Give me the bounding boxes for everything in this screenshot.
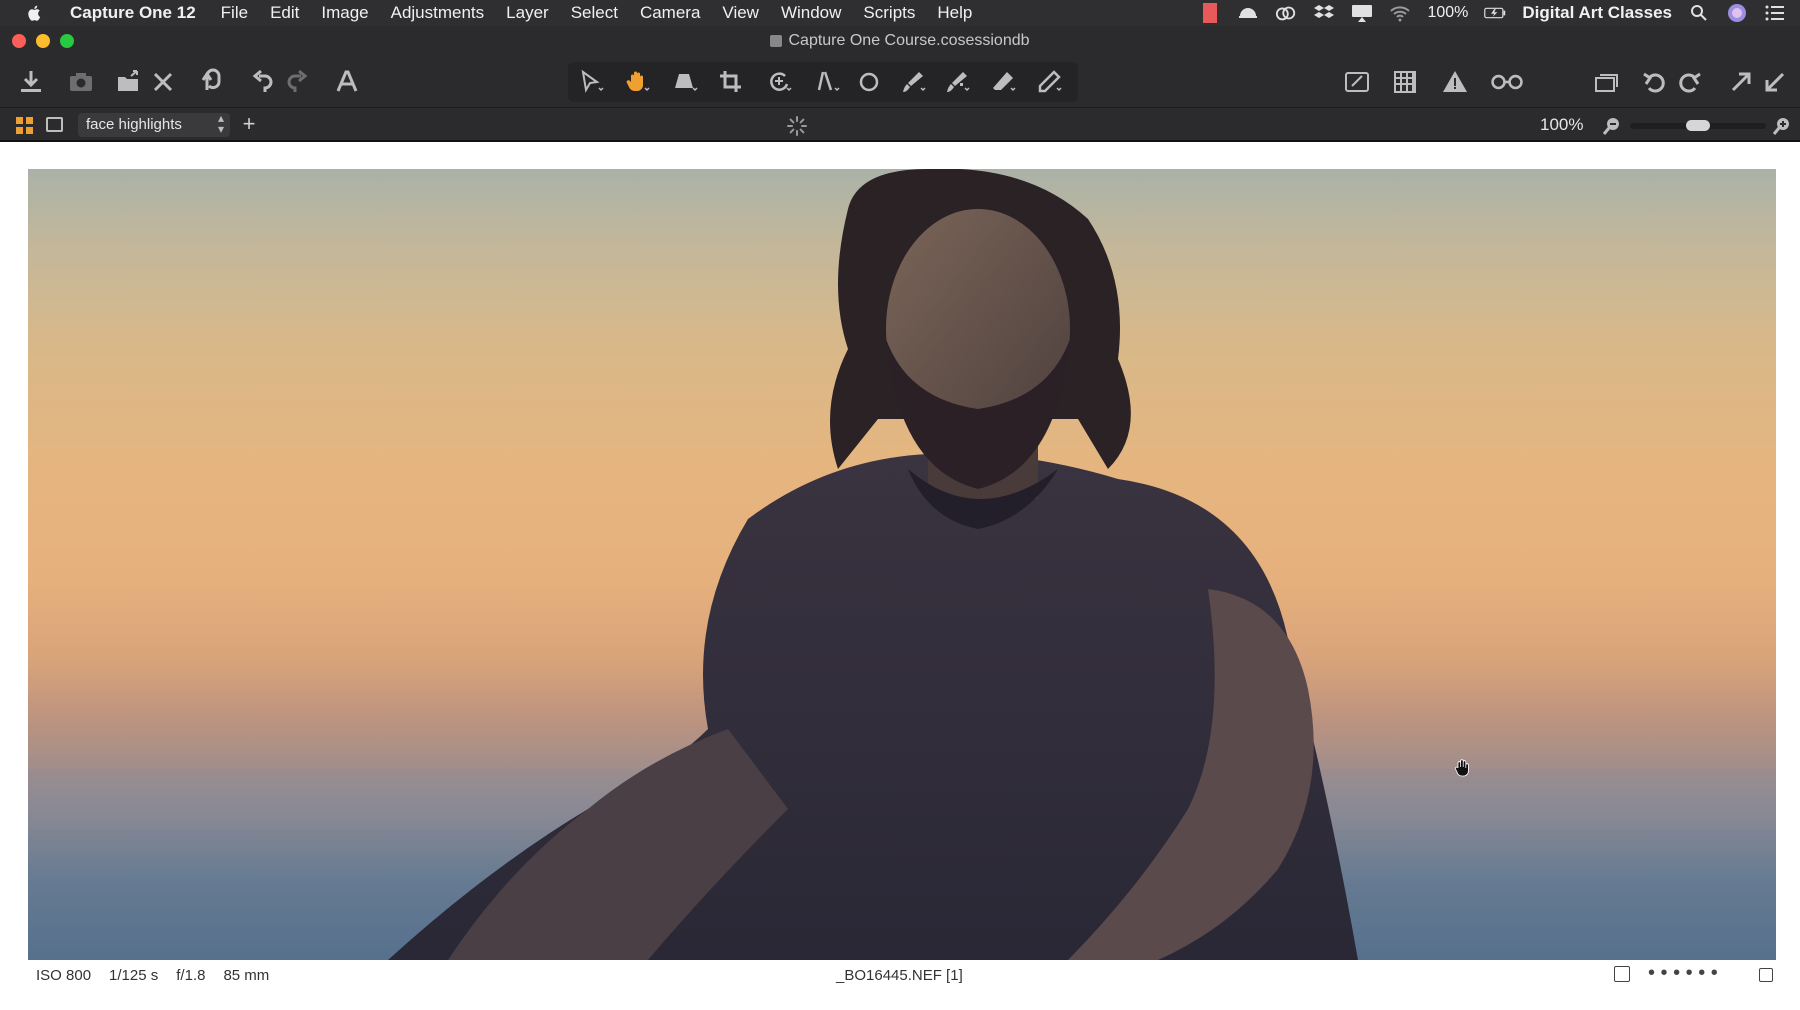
color-swatch-icon[interactable]	[1199, 3, 1221, 23]
document-icon	[770, 35, 783, 47]
pencil-icon[interactable]	[1032, 65, 1066, 99]
rotate-left-icon[interactable]	[1638, 65, 1672, 99]
menu-app-name[interactable]: Capture One 12	[70, 0, 210, 26]
image-info-bar: ISO 800 1/125 s f/1.8 85 mm _BO16445.NEF…	[26, 960, 1774, 990]
focal-length-value: 85 mm	[223, 967, 270, 984]
keystone-icon[interactable]	[668, 65, 702, 99]
file-name: _BO16445.NEF [1]	[836, 967, 963, 984]
menu-select[interactable]: Select	[560, 0, 629, 26]
airplay-display-icon[interactable]	[1351, 3, 1373, 23]
import-icon[interactable]	[14, 65, 48, 99]
crop-icon[interactable]	[714, 65, 748, 99]
single-view-icon[interactable]	[46, 117, 63, 132]
shutter-value: 1/125 s	[109, 967, 159, 984]
menu-layer[interactable]: Layer	[495, 0, 560, 26]
move-to-folder-icon[interactable]	[112, 65, 146, 99]
menu-adjustments[interactable]: Adjustments	[380, 0, 496, 26]
menu-camera[interactable]: Camera	[629, 0, 711, 26]
camera-icon[interactable]	[64, 65, 98, 99]
apple-menu-icon[interactable]	[26, 3, 48, 23]
select-arrows-icon: ▴ ▾	[217, 111, 224, 136]
dome-icon[interactable]	[1237, 3, 1259, 23]
menu-edit[interactable]: Edit	[259, 0, 310, 26]
grid-overlay-icon[interactable]	[1388, 65, 1422, 99]
color-tag-icon[interactable]	[1759, 968, 1773, 982]
copy-adjustments-icon[interactable]	[1590, 65, 1624, 99]
window-title-text: Capture One Course.cosessiondb	[788, 32, 1030, 49]
notification-center-icon[interactable]	[1764, 3, 1786, 23]
aperture-value: f/1.8	[176, 967, 206, 984]
menubar-status-area: 100% Digital Art Classes	[1199, 0, 1800, 26]
styles-select[interactable]: face highlights ▴ ▾	[78, 111, 230, 137]
battery-icon[interactable]	[1484, 3, 1506, 23]
brush-icon[interactable]	[896, 65, 930, 99]
reset-icon[interactable]	[196, 65, 230, 99]
photo-image[interactable]	[28, 169, 1776, 960]
add-icon[interactable]: +	[238, 113, 260, 136]
creative-cloud-icon[interactable]	[1275, 3, 1297, 23]
pan-hand-icon[interactable]	[620, 65, 654, 99]
grid-view-icon[interactable]	[16, 117, 34, 135]
menu-help[interactable]: Help	[926, 0, 983, 26]
macos-menubar: Capture One 12 File Edit Image Adjustmen…	[0, 0, 1800, 26]
dropbox-icon[interactable]	[1313, 3, 1335, 23]
eraser-icon[interactable]	[986, 65, 1020, 99]
zoom-slider-knob[interactable]	[1686, 120, 1710, 131]
styles-select-value: face highlights	[86, 116, 182, 133]
close-window-button[interactable]	[12, 34, 26, 48]
undo-icon[interactable]	[246, 65, 280, 99]
zoom-percentage: 100%	[1540, 115, 1584, 134]
menu-file[interactable]: File	[210, 0, 259, 26]
exposure-warning-icon[interactable]	[1438, 65, 1472, 99]
text-overlay-icon[interactable]	[330, 65, 364, 99]
select-icon[interactable]	[574, 65, 608, 99]
exif-metadata: ISO 800 1/125 s f/1.8 85 mm	[36, 967, 269, 984]
wifi-icon[interactable]	[1389, 3, 1411, 23]
siri-icon[interactable]	[1726, 3, 1748, 23]
menu-window[interactable]: Window	[770, 0, 852, 26]
proof-glasses-icon[interactable]	[1490, 65, 1524, 99]
copy-apply-icon[interactable]	[1724, 65, 1758, 99]
minimize-window-button[interactable]	[36, 34, 50, 48]
select-checkbox[interactable]	[1614, 966, 1630, 982]
rotate-icon[interactable]	[762, 65, 796, 99]
zoom-window-button[interactable]	[60, 34, 74, 48]
gradient-icon[interactable]	[940, 65, 974, 99]
menu-image[interactable]: Image	[310, 0, 379, 26]
delete-icon[interactable]	[146, 65, 180, 99]
battery-percent: 100%	[1427, 4, 1469, 21]
hand-cursor-icon	[1454, 758, 1472, 778]
apply-icon[interactable]	[1758, 65, 1792, 99]
spotlight-search-icon[interactable]	[1688, 3, 1710, 23]
edit-icon[interactable]	[1340, 65, 1374, 99]
image-viewer[interactable]	[2, 142, 1798, 1010]
redo-icon[interactable]	[280, 65, 314, 99]
rotate-right-icon[interactable]	[1672, 65, 1706, 99]
portrait-subject	[28, 169, 1776, 960]
star-rating[interactable]: • • • • • •	[1648, 962, 1718, 985]
main-toolbar	[0, 56, 1800, 108]
zoom-out-icon[interactable]	[1602, 116, 1622, 136]
window-controls	[12, 34, 74, 48]
loading-spinner-icon	[787, 116, 807, 136]
iso-value: ISO 800	[36, 967, 92, 984]
straighten-icon[interactable]	[810, 65, 844, 99]
zoom-in-icon[interactable]	[1772, 116, 1792, 136]
viewer-bar: face highlights ▴ ▾ + 100%	[0, 108, 1800, 142]
window-titlebar: Capture One Course.cosessiondb	[0, 26, 1800, 56]
window-title: Capture One Course.cosessiondb	[770, 32, 1030, 50]
menu-scripts[interactable]: Scripts	[852, 0, 926, 26]
menu-view[interactable]: View	[711, 0, 770, 26]
spot-removal-icon[interactable]	[852, 65, 886, 99]
user-name[interactable]: Digital Art Classes	[1522, 3, 1672, 23]
